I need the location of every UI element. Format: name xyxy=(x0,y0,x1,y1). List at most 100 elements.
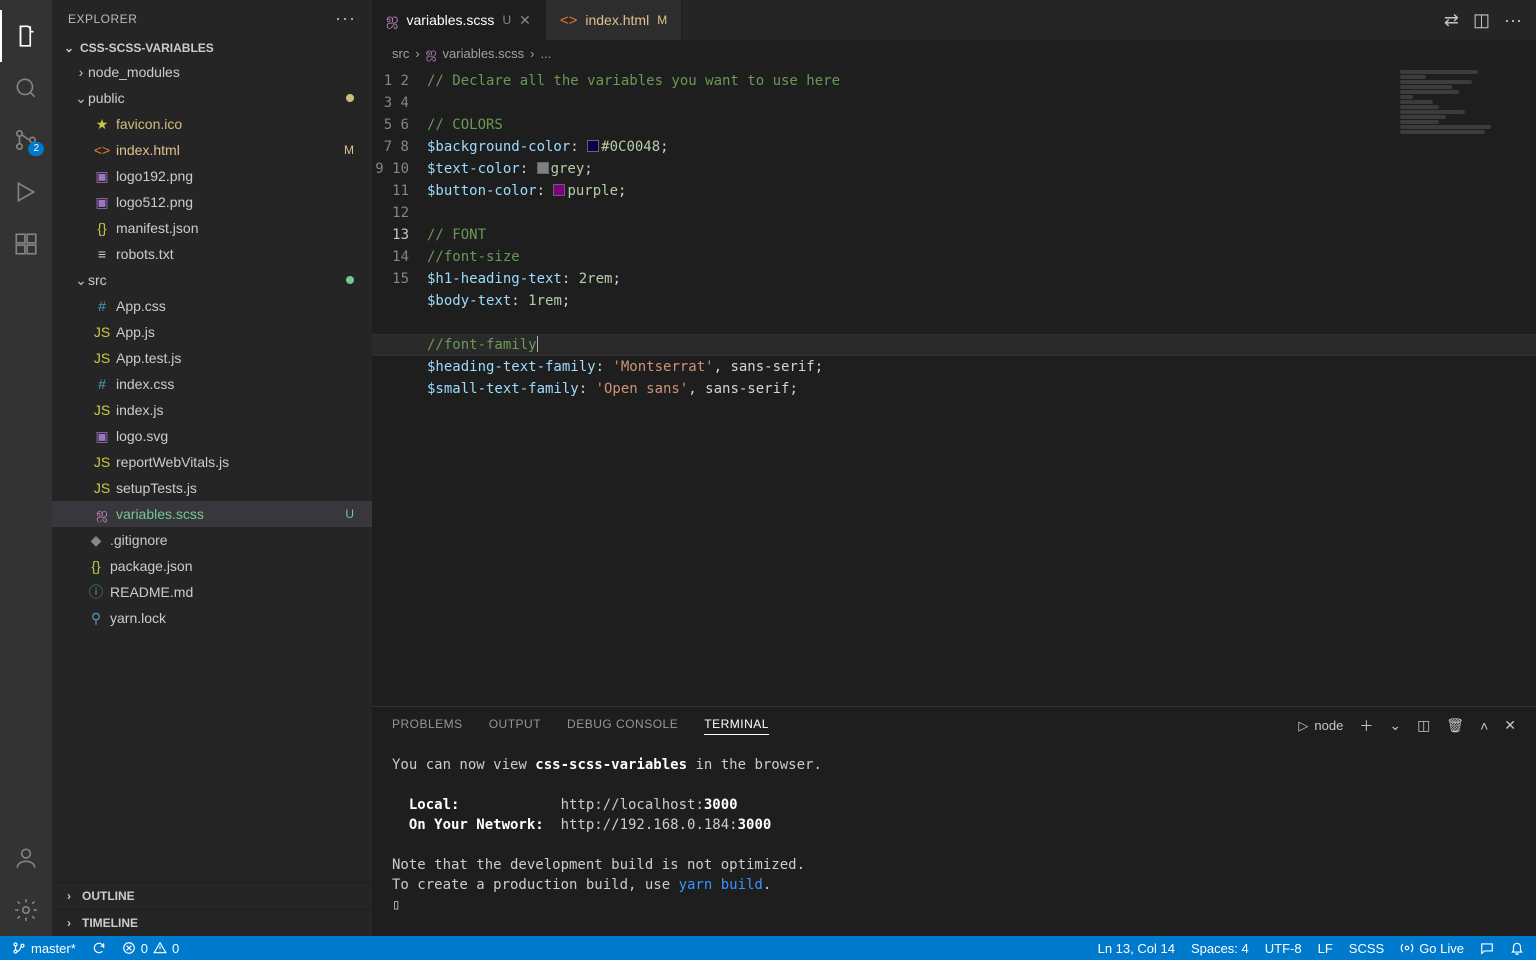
explorer-sidebar: EXPLORER ··· ⌄ CSS-SCSS-VARIABLES › node… xyxy=(52,0,372,936)
activity-bar: 2 xyxy=(0,0,52,936)
file-logo-svg[interactable]: ▣ logo.svg xyxy=(52,423,372,449)
file-index-js[interactable]: JS index.js xyxy=(52,397,372,423)
html-icon: <> xyxy=(92,142,112,158)
chevron-down-icon: ⌄ xyxy=(74,272,88,289)
compare-changes-icon[interactable]: ⇄ xyxy=(1444,10,1459,31)
file-favicon[interactable]: ★ favicon.ico xyxy=(52,111,372,137)
chevron-right-icon: › xyxy=(74,64,88,80)
chevron-down-icon: ⌄ xyxy=(74,90,88,107)
status-spaces[interactable]: Spaces: 4 xyxy=(1183,941,1257,956)
maximize-panel-icon[interactable]: ˄ xyxy=(1480,718,1488,734)
code-editor[interactable]: 1 2 3 4 5 6 7 8 9 10 11 12 13 14 15 // D… xyxy=(372,66,1536,706)
color-swatch xyxy=(553,184,565,196)
status-eol[interactable]: LF xyxy=(1310,941,1341,956)
folder-dirty-dot xyxy=(346,94,354,102)
js-icon: JS xyxy=(92,480,112,496)
sidebar-more-icon[interactable]: ··· xyxy=(335,8,356,29)
activity-extensions-icon[interactable] xyxy=(0,218,52,270)
line-gutter: 1 2 3 4 5 6 7 8 9 10 11 12 13 14 15 xyxy=(372,66,427,706)
folder-untracked-dot xyxy=(346,276,354,284)
color-swatch xyxy=(537,162,549,174)
editor-tabs: ஜ variables.scss U ✕ <> index.html M ⇄ ◫… xyxy=(372,0,1536,40)
chevron-right-icon: › xyxy=(62,916,76,930)
status-errors[interactable]: 0 0 xyxy=(114,941,187,956)
kill-terminal-icon[interactable]: 🗑 xyxy=(1446,717,1464,734)
minimap[interactable] xyxy=(1400,70,1530,170)
more-actions-icon[interactable]: ··· xyxy=(1504,10,1522,31)
close-icon[interactable]: ✕ xyxy=(519,12,531,29)
js-icon: JS xyxy=(92,324,112,340)
info-icon: ⓘ xyxy=(86,582,106,602)
folder-node-modules[interactable]: › node_modules xyxy=(52,59,372,85)
activity-debug-icon[interactable] xyxy=(0,166,52,218)
panel-tab-problems[interactable]: PROBLEMS xyxy=(392,717,463,734)
file-robots[interactable]: ≡ robots.txt xyxy=(52,241,372,267)
file-setuptests[interactable]: JS setupTests.js xyxy=(52,475,372,501)
status-golive[interactable]: Go Live xyxy=(1392,941,1472,956)
status-branch[interactable]: master* xyxy=(4,941,84,956)
text-cursor xyxy=(537,336,538,352)
timeline-section[interactable]: › TIMELINE xyxy=(52,909,372,936)
json-icon: {} xyxy=(92,220,112,236)
status-bell-icon[interactable] xyxy=(1502,941,1532,955)
status-feedback-icon[interactable] xyxy=(1472,941,1502,955)
scss-icon: ஜ xyxy=(92,505,112,524)
activity-search-icon[interactable] xyxy=(0,62,52,114)
file-gitignore[interactable]: ◆ .gitignore xyxy=(52,527,372,553)
outline-section[interactable]: › OUTLINE xyxy=(52,882,372,909)
file-variables-scss[interactable]: ஜ variables.scss U xyxy=(52,501,372,527)
code-content[interactable]: // Declare all the variables you want to… xyxy=(427,66,1536,400)
terminal-dropdown-icon[interactable]: ⌄ xyxy=(1389,717,1401,734)
color-swatch xyxy=(587,140,599,152)
panel-tab-terminal[interactable]: TERMINAL xyxy=(704,717,769,735)
close-panel-icon[interactable]: ✕ xyxy=(1504,717,1516,734)
file-manifest[interactable]: {} manifest.json xyxy=(52,215,372,241)
activity-account-icon[interactable] xyxy=(0,832,52,884)
scss-icon: ஜ xyxy=(426,45,437,62)
breadcrumb[interactable]: src › ஜ variables.scss › ... xyxy=(372,40,1536,66)
scss-icon: ஜ xyxy=(386,11,399,30)
status-sync[interactable] xyxy=(84,941,114,955)
file-index-css[interactable]: # index.css xyxy=(52,371,372,397)
html-icon: <> xyxy=(560,12,578,29)
activity-settings-icon[interactable] xyxy=(0,884,52,936)
new-terminal-icon[interactable]: ＋ xyxy=(1359,716,1373,736)
image-icon: ▣ xyxy=(92,428,112,445)
split-editor-icon[interactable]: ◫ xyxy=(1473,10,1490,31)
activity-explorer-icon[interactable] xyxy=(0,10,52,62)
tab-index-html[interactable]: <> index.html M xyxy=(546,0,682,40)
image-icon: ▣ xyxy=(92,194,112,211)
terminal-picker[interactable]: ▷ node xyxy=(1298,718,1343,734)
file-package-json[interactable]: {} package.json xyxy=(52,553,372,579)
file-logo192[interactable]: ▣ logo192.png xyxy=(52,163,372,189)
file-app-test[interactable]: JS App.test.js xyxy=(52,345,372,371)
terminal-shell-icon: ▷ xyxy=(1298,718,1308,734)
panel-tab-output[interactable]: OUTPUT xyxy=(489,717,541,734)
status-lang[interactable]: SCSS xyxy=(1341,941,1392,956)
gitignore-icon: ◆ xyxy=(86,532,106,549)
text-icon: ≡ xyxy=(92,246,112,262)
file-index-html[interactable]: <> index.html M xyxy=(52,137,372,163)
tab-variables-scss[interactable]: ஜ variables.scss U ✕ xyxy=(372,0,546,40)
activity-scm-icon[interactable]: 2 xyxy=(0,114,52,166)
status-bar: master* 0 0 Ln 13, Col 14 Spaces: 4 UTF-… xyxy=(0,936,1536,960)
chevron-down-icon: ⌄ xyxy=(62,41,76,55)
folder-public[interactable]: ⌄ public xyxy=(52,85,372,111)
folder-src[interactable]: ⌄ src xyxy=(52,267,372,293)
status-encoding[interactable]: UTF-8 xyxy=(1257,941,1310,956)
status-linecol[interactable]: Ln 13, Col 14 xyxy=(1090,941,1183,956)
file-readme[interactable]: ⓘ README.md xyxy=(52,579,372,605)
file-logo512[interactable]: ▣ logo512.png xyxy=(52,189,372,215)
split-terminal-icon[interactable]: ◫ xyxy=(1417,717,1430,734)
file-app-js[interactable]: JS App.js xyxy=(52,319,372,345)
image-icon: ▣ xyxy=(92,168,112,185)
file-reportwebvitals[interactable]: JS reportWebVitals.js xyxy=(52,449,372,475)
star-icon: ★ xyxy=(92,116,112,133)
chevron-right-icon: › xyxy=(62,889,76,903)
panel-tab-debug[interactable]: DEBUG CONSOLE xyxy=(567,717,678,734)
project-header[interactable]: ⌄ CSS-SCSS-VARIABLES xyxy=(52,37,372,59)
terminal-output[interactable]: You can now view css-scss-variables in t… xyxy=(372,745,1536,936)
file-app-css[interactable]: # App.css xyxy=(52,293,372,319)
sidebar-title: EXPLORER xyxy=(68,12,137,26)
file-yarn-lock[interactable]: ⚲ yarn.lock xyxy=(52,605,372,631)
